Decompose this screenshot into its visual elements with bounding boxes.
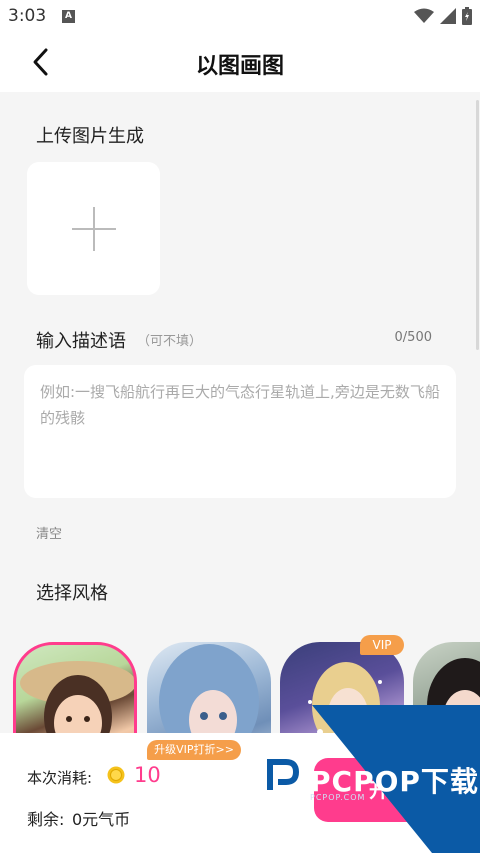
watermark-subtext: PCPOP.COM [310, 793, 366, 802]
watermark-graphic [259, 705, 480, 853]
